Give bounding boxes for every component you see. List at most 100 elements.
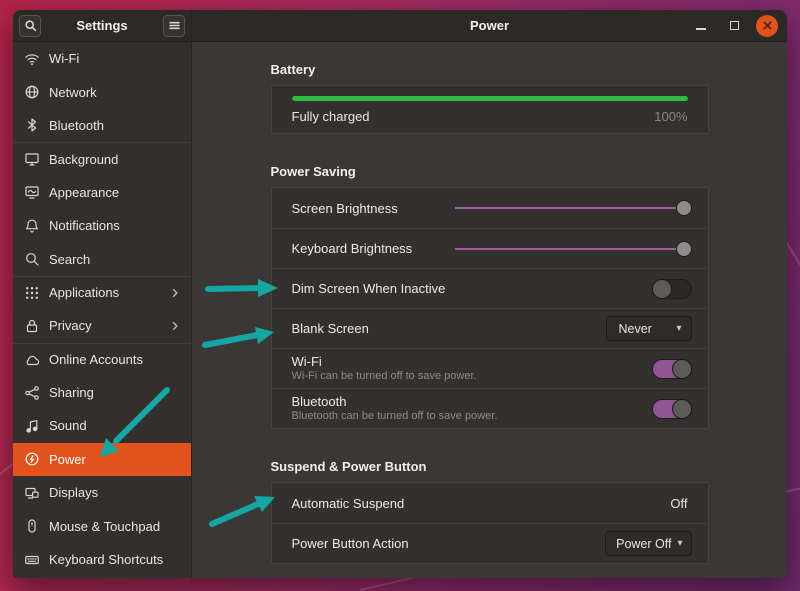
blank-screen-value: Never [619,322,652,336]
sidebar-item-mouse-touchpad[interactable]: Mouse & Touchpad [13,509,191,542]
applications-icon [24,285,40,301]
sidebar-item-label: Bluetooth [49,118,181,133]
power-saving-card: Screen Brightness Keyboard Brightness [271,187,709,429]
sidebar-item-notifications[interactable]: Notifications [13,209,191,242]
search-icon [24,19,37,32]
maximize-button[interactable] [723,15,745,37]
blank-screen-label: Blank Screen [292,321,369,336]
sidebar-item-label: Applications [49,285,169,300]
sidebar-item-label: Online Accounts [49,352,181,367]
sidebar-item-wi-fi[interactable]: Wi-Fi [13,42,191,75]
sidebar-item-appearance[interactable]: Appearance [13,176,191,209]
sidebar-item-label: Search [49,252,181,267]
sidebar-item-online-accounts[interactable]: Online Accounts [13,343,191,376]
sidebar-item-label: Power [49,452,181,467]
sidebar-item-label: Network [49,85,181,100]
search-button[interactable] [19,15,41,37]
battery-heading: Battery [271,62,709,77]
slider-track [455,248,684,250]
sidebar-item-label: Displays [49,485,181,500]
battery-card: Fully charged 100% [271,85,709,134]
blank-screen-dropdown[interactable]: Never ▾ [606,316,692,341]
battery-fill [292,96,688,101]
toggle-knob [652,279,672,299]
settings-window: Settings Wi-Fi Network Bluetooth Background… [13,10,787,578]
sidebar-item-bluetooth[interactable]: Bluetooth [13,109,191,142]
sidebar-item-applications[interactable]: Applications [13,276,191,309]
keyboard-brightness-row: Keyboard Brightness [272,228,708,268]
hamburger-menu-button[interactable] [163,15,185,37]
sidebar: Settings Wi-Fi Network Bluetooth Background… [13,10,192,578]
bluetooth-icon [24,117,40,133]
screen-brightness-label: Screen Brightness [292,201,398,216]
battery-status: Fully charged [292,109,370,124]
chevron-right-icon [169,319,181,333]
sidebar-item-privacy[interactable]: Privacy [13,309,191,342]
suspend-section: Suspend & Power Button Automatic Suspend… [271,459,709,564]
screen-brightness-row: Screen Brightness [272,188,708,228]
sidebar-title: Settings [41,18,163,33]
blank-screen-row: Blank Screen Never ▾ [272,308,708,348]
search-icon [24,251,40,267]
close-button[interactable] [756,15,778,37]
toggle-knob [672,399,692,419]
minimize-icon [696,28,706,30]
automatic-suspend-row[interactable]: Automatic Suspend Off [272,483,708,523]
sidebar-item-label: Privacy [49,318,169,333]
sidebar-list: Wi-Fi Network Bluetooth Background Appearanc… [13,42,191,578]
sidebar-item-label: Sharing [49,385,181,400]
network-icon [24,84,40,100]
dim-screen-toggle[interactable] [652,279,692,299]
sidebar-item-label: Keyboard Shortcuts [49,552,181,567]
sidebar-header: Settings [13,10,191,42]
sidebar-item-label: Mouse & Touchpad [49,519,181,534]
bluetooth-toggle[interactable] [652,399,692,419]
power-icon [24,451,40,467]
bluetooth-label: Bluetooth [292,394,498,410]
automatic-suspend-label: Automatic Suspend [292,496,405,511]
desktop-background: Settings Wi-Fi Network Bluetooth Background… [0,0,800,591]
power-button-action-dropdown[interactable]: Power Off ▾ [605,531,691,556]
window-controls [690,15,787,37]
minimize-button[interactable] [690,15,712,37]
slider-track [455,207,684,209]
sidebar-item-label: Sound [49,418,181,433]
content-area: Battery Fully charged 100% [192,42,787,578]
sidebar-item-power[interactable]: Power [13,443,191,476]
battery-section: Battery Fully charged 100% [271,62,709,134]
notifications-icon [24,218,40,234]
wifi-row: Wi-Fi Wi-Fi can be turned off to save po… [272,348,708,388]
suspend-heading: Suspend & Power Button [271,459,709,474]
close-icon [763,21,772,30]
sidebar-item-background[interactable]: Background [13,142,191,175]
sound-icon [24,418,40,434]
keyboard-brightness-slider[interactable] [455,240,692,258]
dropdown-caret-icon: ▾ [676,323,681,334]
mouse-icon [24,518,40,534]
displays-icon [24,485,40,501]
online-accounts-icon [24,352,40,368]
screen-brightness-slider[interactable] [455,199,692,217]
maximize-icon [730,21,739,30]
wifi-toggle[interactable] [652,359,692,379]
sidebar-item-network[interactable]: Network [13,75,191,108]
sidebar-item-label: Wi-Fi [49,51,181,66]
sidebar-item-keyboard-shortcuts[interactable]: Keyboard Shortcuts [13,543,191,576]
keyboard-brightness-label: Keyboard Brightness [292,241,413,256]
toggle-knob [672,359,692,379]
sidebar-item-label: Background [49,152,181,167]
wifi-icon [24,51,40,67]
privacy-icon [24,318,40,334]
sidebar-item-displays[interactable]: Displays [13,476,191,509]
slider-handle[interactable] [676,200,692,216]
dropdown-caret-icon: ▾ [677,538,682,549]
sidebar-item-search[interactable]: Search [13,242,191,275]
sidebar-item-sound[interactable]: Sound [13,409,191,442]
slider-handle[interactable] [676,241,692,257]
dim-screen-row: Dim Screen When Inactive [272,268,708,308]
power-saving-section: Power Saving Screen Brightness Keybo [271,164,709,429]
appearance-icon [24,184,40,200]
power-button-action-value: Power Off [616,537,671,551]
sidebar-item-sharing[interactable]: Sharing [13,376,191,409]
sharing-icon [24,385,40,401]
